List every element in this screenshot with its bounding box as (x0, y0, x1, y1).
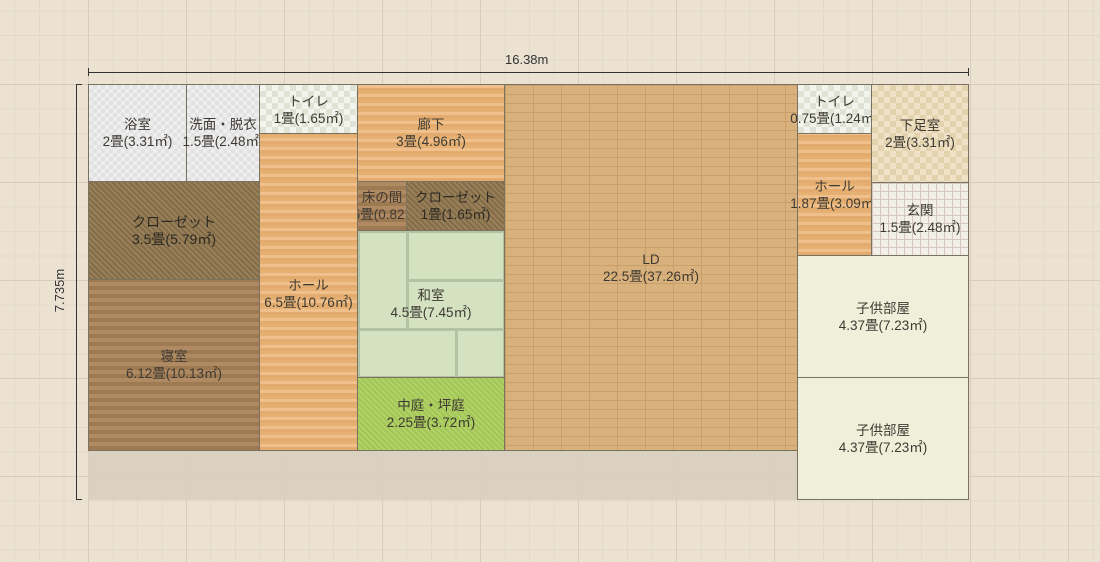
width-dimension-line (88, 72, 969, 73)
room-area: 22.5畳(37.26㎡) (602, 268, 700, 284)
room-name: 洗面・脱衣 (189, 117, 257, 132)
room-name: クローゼット (132, 213, 216, 230)
room-name: 中庭・坪庭 (397, 398, 465, 413)
room-washroom[interactable]: 洗面・脱衣 1.5畳(2.48㎡) (182, 84, 264, 182)
room-bedroom[interactable]: 寝室 6.12畳(10.13㎡) (88, 279, 260, 451)
room-area: 4.37畳(7.23㎡) (838, 317, 928, 333)
room-name: 子供部屋 (856, 422, 910, 438)
width-dimension-tick-left (88, 68, 89, 76)
room-area: 2.25畳(3.72㎡) (386, 415, 476, 430)
height-dimension-line (76, 84, 77, 500)
room-hall-2[interactable]: ホール 1.87畳(3.09㎡) (790, 133, 879, 256)
room-area: 1.87畳(3.09㎡) (790, 195, 879, 211)
room-shoe-storage[interactable]: 下足室 2畳(3.31㎡) (871, 84, 969, 183)
room-area: 6.5畳(10.76㎡) (264, 295, 353, 310)
room-name: 床の間 (361, 190, 403, 205)
room-area: 3.5畳(5.79㎡) (131, 230, 217, 247)
room-ld[interactable]: LD 22.5畳(37.26㎡) (504, 84, 798, 451)
tatami-mat (358, 231, 408, 330)
room-name: ホール (288, 278, 329, 293)
room-courtyard[interactable]: 中庭・坪庭 2.25畳(3.72㎡) (357, 377, 505, 451)
height-dimension-tick-bottom (76, 499, 82, 500)
room-area: 3畳(4.96㎡) (396, 134, 466, 149)
room-name: クローゼット (415, 190, 496, 205)
room-area: 0.75畳(1.24㎡) (790, 111, 879, 126)
room-name: 廊下 (417, 117, 445, 132)
room-name: LD (642, 251, 660, 267)
room-area: 1.5畳(2.48㎡) (879, 220, 961, 235)
room-toilet-1[interactable]: トイレ 1畳(1.65㎡) (259, 84, 358, 134)
room-closet-1[interactable]: クローゼット 3.5畳(5.79㎡) (88, 181, 260, 280)
room-tokonoma[interactable]: 床の間 0.5畳(0.82㎡) (341, 181, 423, 231)
room-closet-2[interactable]: クローゼット 1畳(1.65㎡) (406, 181, 505, 231)
room-kids-2[interactable]: 子供部屋 4.37畳(7.23㎡) (797, 377, 969, 500)
room-name: トイレ (814, 94, 855, 109)
room-area: 4.37畳(7.23㎡) (838, 439, 928, 455)
room-name: 寝室 (160, 349, 188, 364)
height-dimension-tick-top (76, 84, 82, 85)
room-name: 玄関 (906, 203, 934, 218)
width-dimension-label: 16.38m (505, 52, 549, 67)
room-area: 2畳(3.31㎡) (885, 134, 955, 150)
room-name: 浴室 (124, 117, 151, 132)
height-dimension-label: 7.735m (52, 268, 68, 313)
room-name: ホール (814, 178, 855, 194)
room-area: 1畳(1.65㎡) (420, 207, 491, 222)
room-name: 子供部屋 (856, 300, 910, 316)
tatami-mat (407, 280, 505, 330)
room-toilet-2[interactable]: トイレ 0.75畳(1.24㎡) (790, 84, 879, 134)
room-corridor[interactable]: 廊下 3畳(4.96㎡) (357, 84, 505, 182)
room-kids-1[interactable]: 子供部屋 4.37畳(7.23㎡) (797, 255, 969, 378)
room-area: 2畳(3.31㎡) (102, 134, 173, 149)
deck-area (88, 451, 798, 500)
room-area: 1.5畳(2.48㎡) (182, 134, 264, 149)
room-name: 下足室 (899, 117, 941, 133)
width-dimension-tick-right (968, 68, 969, 76)
room-area: 1畳(1.65㎡) (273, 111, 344, 126)
room-hall-1[interactable]: ホール 6.5畳(10.76㎡) (259, 133, 358, 451)
tatami-mat (358, 329, 457, 378)
tatami-mat (407, 231, 505, 281)
room-name: トイレ (288, 94, 329, 109)
room-area: 6.12畳(10.13㎡) (125, 366, 223, 381)
room-washitsu[interactable]: 和室 4.5畳(7.45㎡) (357, 230, 505, 378)
room-entrance[interactable]: 玄関 1.5畳(2.48㎡) (871, 182, 969, 256)
tatami-mat (456, 329, 505, 378)
room-bath[interactable]: 浴室 2畳(3.31㎡) (88, 84, 187, 182)
